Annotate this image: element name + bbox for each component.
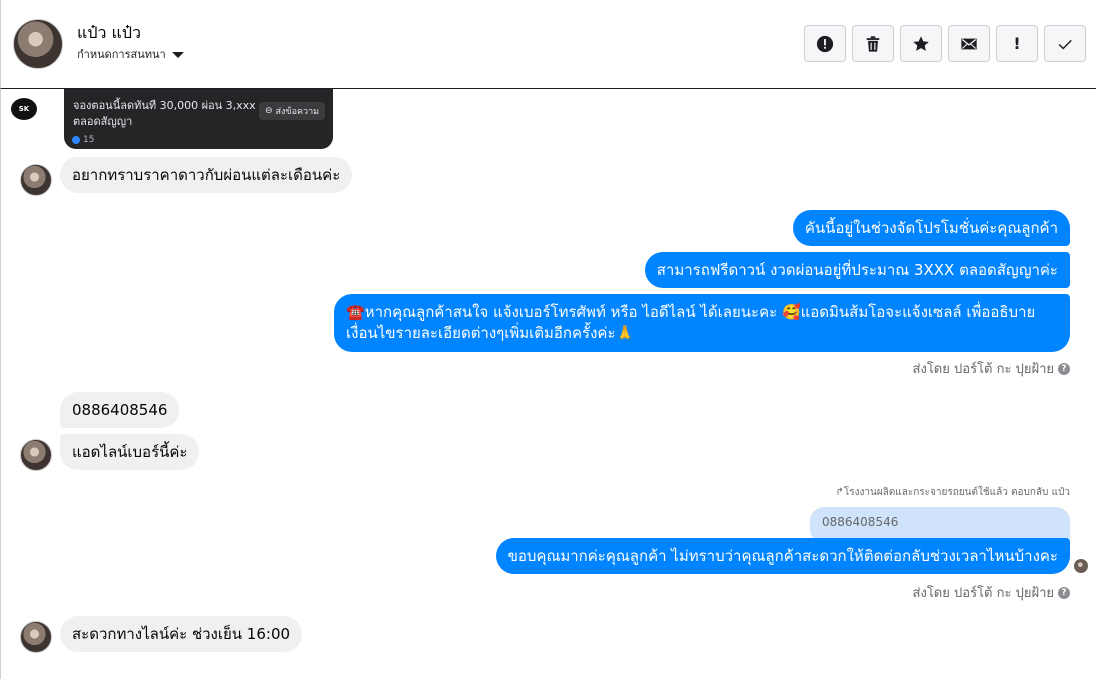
sent-by-label: ส่งโดย ปอร์โต้ กะ ปุยฝ้าย ? [913,582,1070,603]
outgoing-message[interactable]: ☎️หากคุณลูกค้าสนใจ แจ้งเบอร์โทรศัพท์ หรื… [334,294,1070,352]
outgoing-message-line2: เงื่อนไขรายละเอียดต่างๆเพิ่มเติมอีกครั้ง… [346,324,635,342]
trash-icon [866,35,880,52]
caret-down-icon [171,51,184,58]
ad-card-text-line1: จองตอนนี้ลดทันที 30,000 ผ่อน 3,xxx [73,99,256,112]
send-message-label: ส่งข้อความ [275,107,320,117]
assign-conversation-label: กำหนดการสนทนา [77,48,166,61]
contact-avatar[interactable] [13,19,63,69]
sent-by-text: ส่งโดย ปอร์โต้ กะ ปุยฝ้าย [912,586,1054,601]
outgoing-message-line1: ☎️หากคุณลูกค้าสนใจ แจ้งเบอร์โทรศัพท์ หรื… [346,303,1036,321]
incoming-message[interactable]: สะดวกทางไลน์ค่ะ ช่วงเย็น 16:00 [60,616,303,652]
incoming-message[interactable]: 0886408546 [60,392,180,428]
star-icon [913,35,929,51]
contact-name[interactable]: แป๋ว แป๋ว [77,21,141,46]
contact-avatar-small[interactable] [20,439,52,471]
reaction-count: 15 [83,135,95,145]
star-button[interactable] [900,25,942,62]
ad-card-text: จองตอนนี้ลดทันที 30,000 ผ่อน 3,xxx ตลอดส… [73,98,256,130]
help-icon[interactable]: ? [1058,362,1070,375]
mark-done-button[interactable] [1044,25,1086,62]
incoming-message[interactable]: แอดไลน์เบอร์นี้ค่ะ [60,434,200,470]
follow-up-button[interactable]: ! [996,25,1038,62]
mark-spam-button[interactable] [804,25,846,62]
send-message-button[interactable]: ⊖ ส่งข้อความ [259,102,326,120]
incoming-message[interactable]: อยากทราบราคาดาวกับผ่อนแต่ละเดือนค่ะ [60,157,353,193]
alert-circle-icon [816,35,834,52]
outgoing-message[interactable]: คันนี้อยู่ในช่วงจัดโปรโมชั่นค่ะคุณลูกค้า [792,210,1070,246]
conversation-header: แป๋ว แป๋ว กำหนดการสนทนา ! [0,0,1096,89]
mark-unread-button[interactable] [948,25,990,62]
contact-avatar-small[interactable] [20,621,52,653]
conversation-toolbar: ! [804,25,1086,62]
page-logo-text: SK [18,105,30,113]
assign-conversation-dropdown[interactable]: กำหนดการสนทนา [77,45,184,63]
message-thread[interactable]: SK จองตอนนี้ลดทันที 30,000 ผ่อน 3,xxx ตล… [0,89,1096,679]
contact-avatar-small[interactable] [20,164,52,196]
like-reaction-icon [72,136,80,144]
reply-context: ↱โรงงานผลิตและกระจายรถยนต์ใช้แล้ว ตอบกลั… [835,487,1070,498]
delete-button[interactable] [852,25,894,62]
sent-by-text: ส่งโดย ปอร์โต้ กะ ปุยฝ้าย [912,362,1054,377]
messenger-icon: ⊖ [265,106,273,116]
ad-reactions: 15 [72,135,94,145]
envelope-icon [961,38,977,49]
outgoing-message[interactable]: สามารถฟรีดาวน์ งวดผ่อนอยู่ที่ประมาณ 3XXX… [644,252,1070,288]
ad-card-text-line2: ตลอดสัญญา [73,115,133,128]
page-logo: SK [11,98,37,120]
seen-avatar [1074,559,1088,573]
outgoing-message[interactable]: ขอบคุณมากค่ะคุณลูกค้า ไม่ทราบว่าคุณลูกค้… [495,538,1070,574]
shared-ad-card[interactable]: จองตอนนี้ลดทันที 30,000 ผ่อน 3,xxx ตลอดส… [64,89,333,149]
check-icon [1058,39,1072,50]
help-icon[interactable]: ? [1058,586,1070,599]
exclamation-icon: ! [1013,34,1021,53]
sent-by-label: ส่งโดย ปอร์โต้ กะ ปุยฝ้าย ? [913,358,1070,379]
